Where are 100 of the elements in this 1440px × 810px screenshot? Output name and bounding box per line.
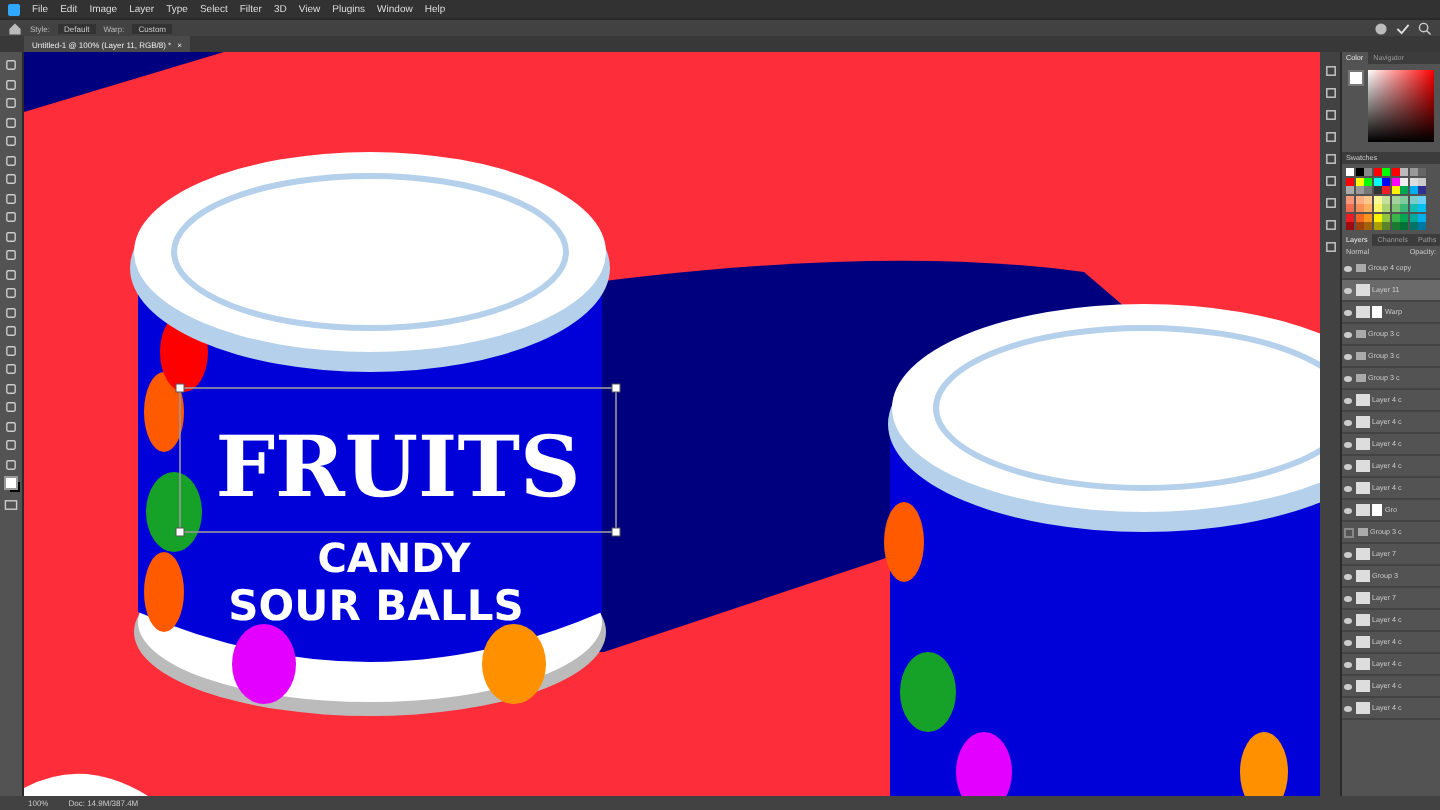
color-swatch[interactable]: [1409, 204, 1417, 212]
visibility-eye-icon[interactable]: [1344, 397, 1352, 403]
can-label-headline: FRUITS: [215, 418, 581, 516]
color-swatch[interactable]: [1382, 222, 1390, 230]
color-swatch[interactable]: [1355, 168, 1363, 176]
color-swatch[interactable]: [1409, 168, 1417, 176]
visibility-eye-icon[interactable]: [1344, 507, 1352, 513]
folder-icon: [1355, 264, 1365, 272]
visibility-eye-icon[interactable]: [1344, 705, 1352, 711]
color-swatch[interactable]: [1364, 168, 1372, 176]
color-swatch[interactable]: [1418, 177, 1426, 185]
color-swatch[interactable]: [1355, 195, 1363, 203]
color-swatch[interactable]: [1364, 204, 1372, 212]
color-swatch[interactable]: [1391, 186, 1399, 194]
color-swatch[interactable]: [1409, 186, 1417, 194]
visibility-eye-icon[interactable]: [1344, 485, 1352, 491]
color-swatch[interactable]: [1364, 213, 1372, 221]
foreground-color-icon[interactable]: [1348, 70, 1364, 86]
color-picker-field[interactable]: [1367, 70, 1434, 142]
color-swatch[interactable]: [1409, 213, 1417, 221]
visibility-eye-icon[interactable]: [1344, 573, 1352, 579]
color-swatch[interactable]: [1373, 204, 1381, 212]
color-swatch[interactable]: [1355, 204, 1363, 212]
visibility-eye-icon[interactable]: [1344, 441, 1352, 447]
visibility-eye-icon[interactable]: [1344, 265, 1352, 271]
visibility-eye-icon[interactable]: [1344, 353, 1352, 359]
visibility-eye-icon[interactable]: [1344, 639, 1352, 645]
folder-icon: [1355, 330, 1365, 338]
visibility-eye-icon[interactable]: [1344, 661, 1352, 667]
app-logo-icon[interactable]: [8, 3, 20, 15]
color-swatches-icon[interactable]: [3, 476, 19, 492]
color-swatch[interactable]: [1391, 177, 1399, 185]
transform-handle[interactable]: [175, 383, 185, 393]
color-swatch[interactable]: [1409, 195, 1417, 203]
visibility-eye-icon[interactable]: [1344, 463, 1352, 469]
visibility-eye-icon[interactable]: [1344, 287, 1352, 293]
color-swatch[interactable]: [1355, 222, 1363, 230]
commit-checkmark-icon[interactable]: [1396, 21, 1410, 35]
color-swatch[interactable]: [1382, 213, 1390, 221]
color-swatch[interactable]: [1373, 177, 1381, 185]
color-swatch[interactable]: [1373, 213, 1381, 221]
folder-icon: [1355, 352, 1365, 360]
color-swatch[interactable]: [1409, 177, 1417, 185]
color-swatch[interactable]: [1382, 195, 1390, 203]
color-swatch[interactable]: [1418, 204, 1426, 212]
color-swatch[interactable]: [1355, 186, 1363, 194]
color-swatch[interactable]: [1382, 186, 1390, 194]
visibility-eye-icon[interactable]: [1344, 617, 1352, 623]
color-swatch[interactable]: [1400, 213, 1408, 221]
visibility-eye-icon[interactable]: [1344, 595, 1352, 601]
color-swatch[interactable]: [1373, 195, 1381, 203]
color-swatch[interactable]: [1382, 168, 1390, 176]
visibility-eye-icon[interactable]: [1344, 419, 1352, 425]
visibility-eye-icon[interactable]: [1344, 551, 1352, 557]
color-swatch[interactable]: [1400, 168, 1408, 176]
search-icon[interactable]: [1418, 21, 1432, 35]
color-swatch[interactable]: [1346, 177, 1354, 185]
color-swatch[interactable]: [1400, 177, 1408, 185]
color-swatch[interactable]: [1346, 213, 1354, 221]
visibility-eye-icon[interactable]: [1344, 309, 1352, 315]
visibility-eye-icon[interactable]: [1344, 375, 1352, 381]
color-swatch[interactable]: [1418, 168, 1426, 176]
color-swatch[interactable]: [1418, 186, 1426, 194]
quick-mask-icon[interactable]: [4, 497, 18, 511]
color-swatch[interactable]: [1373, 168, 1381, 176]
color-swatch[interactable]: [1364, 186, 1372, 194]
color-swatch[interactable]: [1355, 177, 1363, 185]
transform-handle[interactable]: [175, 527, 185, 537]
color-swatch[interactable]: [1400, 204, 1408, 212]
color-swatch[interactable]: [1418, 195, 1426, 203]
color-swatch[interactable]: [1346, 222, 1354, 230]
color-swatch[interactable]: [1391, 222, 1399, 230]
color-swatch[interactable]: [1346, 204, 1354, 212]
color-swatch[interactable]: [1346, 186, 1354, 194]
folder-icon: [1357, 528, 1367, 536]
transform-handle[interactable]: [611, 383, 621, 393]
color-swatch[interactable]: [1373, 186, 1381, 194]
color-swatch[interactable]: [1364, 195, 1372, 203]
color-swatch[interactable]: [1382, 204, 1390, 212]
color-swatch[interactable]: [1418, 222, 1426, 230]
color-swatch[interactable]: [1364, 177, 1372, 185]
color-swatch[interactable]: [1409, 222, 1417, 230]
color-swatch[interactable]: [1346, 195, 1354, 203]
color-swatch[interactable]: [1355, 213, 1363, 221]
color-swatch[interactable]: [1373, 222, 1381, 230]
color-swatch[interactable]: [1382, 177, 1390, 185]
color-swatch[interactable]: [1346, 168, 1354, 176]
transform-handle[interactable]: [611, 527, 621, 537]
color-swatch[interactable]: [1400, 186, 1408, 194]
color-swatch[interactable]: [1418, 213, 1426, 221]
color-swatch[interactable]: [1391, 168, 1399, 176]
color-swatch[interactable]: [1364, 222, 1372, 230]
color-swatch[interactable]: [1391, 213, 1399, 221]
color-swatch[interactable]: [1400, 195, 1408, 203]
color-swatch[interactable]: [1391, 204, 1399, 212]
visibility-eye-icon[interactable]: [1344, 683, 1352, 689]
visibility-eye-icon[interactable]: [1344, 331, 1352, 337]
color-swatch[interactable]: [1400, 222, 1408, 230]
cancel-icon[interactable]: [1374, 21, 1388, 35]
color-swatch[interactable]: [1391, 195, 1399, 203]
